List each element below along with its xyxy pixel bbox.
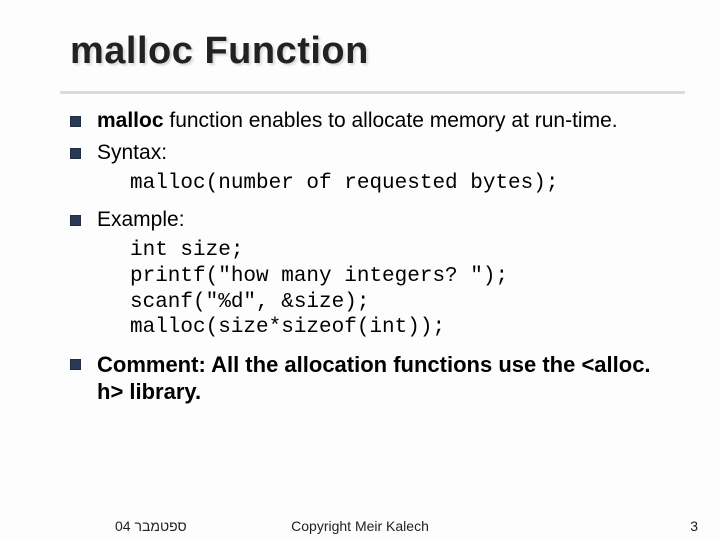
item-text: Syntax: <box>97 140 675 166</box>
item-text: Example: <box>97 207 675 233</box>
slide-content: malloc function enables to allocate memo… <box>70 108 675 406</box>
bold-word: malloc <box>97 109 164 132</box>
comment-text: Comment: All the allocation functions us… <box>97 351 675 406</box>
item-text: malloc function enables to allocate memo… <box>97 108 675 134</box>
square-bullet-icon <box>70 116 81 127</box>
rest-text: function enables to allocate memory at r… <box>164 109 618 132</box>
comment-label: Comment: <box>97 352 206 377</box>
bullet-item: Comment: All the allocation functions us… <box>70 351 675 406</box>
bullet-item: Syntax: <box>70 140 675 166</box>
square-bullet-icon <box>70 148 81 159</box>
slide: malloc Function malloc function enables … <box>0 0 720 540</box>
footer-date: ספטמבר 04 <box>115 518 187 534</box>
bullet-item: malloc function enables to allocate memo… <box>70 108 675 134</box>
footer-page-number: 3 <box>690 518 698 534</box>
syntax-code: malloc(number of requested bytes); <box>130 171 675 197</box>
square-bullet-icon <box>70 215 81 226</box>
title-divider <box>60 91 685 94</box>
bullet-item: Example: <box>70 207 675 233</box>
example-code: int size; printf("how many integers? ");… <box>130 238 675 340</box>
footer-copyright: Copyright Meir Kalech <box>291 518 429 534</box>
square-bullet-icon <box>70 359 81 370</box>
slide-title: malloc Function <box>70 30 675 73</box>
